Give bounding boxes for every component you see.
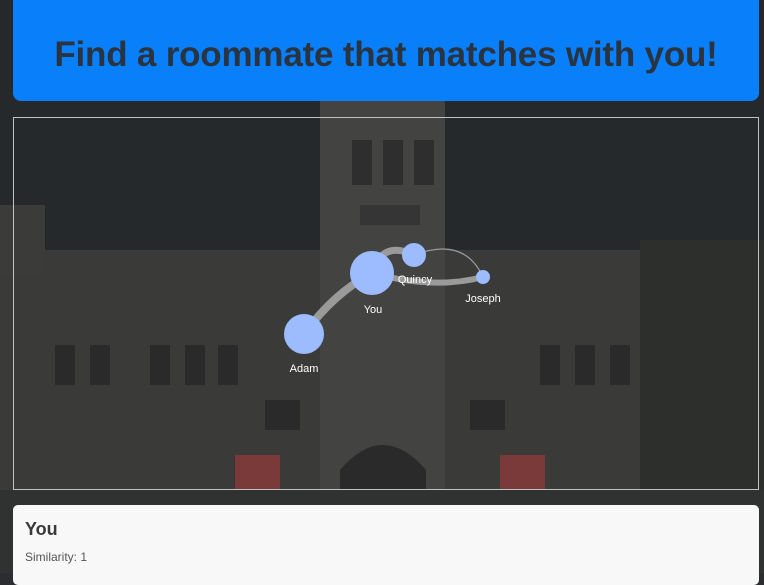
graph-canvas[interactable]: You Adam Quincy Joseph xyxy=(14,118,760,491)
graph-node-adam[interactable] xyxy=(284,314,324,354)
page-title: Find a roommate that matches with you! xyxy=(54,34,718,74)
similarity-value: 1 xyxy=(80,550,88,564)
graph-node-label-you: You xyxy=(364,304,383,316)
similarity-line: Similarity: 1 xyxy=(25,550,747,564)
graph-node-quincy[interactable] xyxy=(402,243,426,267)
graph-node-joseph[interactable] xyxy=(476,270,490,284)
selected-node-details: You Similarity: 1 xyxy=(13,505,759,585)
graph-node-label-joseph: Joseph xyxy=(465,293,500,305)
selected-node-name: You xyxy=(25,519,58,539)
roommate-graph[interactable]: You Adam Quincy Joseph xyxy=(13,117,759,490)
similarity-label: Similarity: xyxy=(25,550,78,564)
graph-node-label-adam: Adam xyxy=(290,363,319,375)
graph-node-you[interactable] xyxy=(350,251,394,295)
graph-node-label-quincy: Quincy xyxy=(398,274,433,286)
page-header: Find a roommate that matches with you! xyxy=(13,0,759,101)
